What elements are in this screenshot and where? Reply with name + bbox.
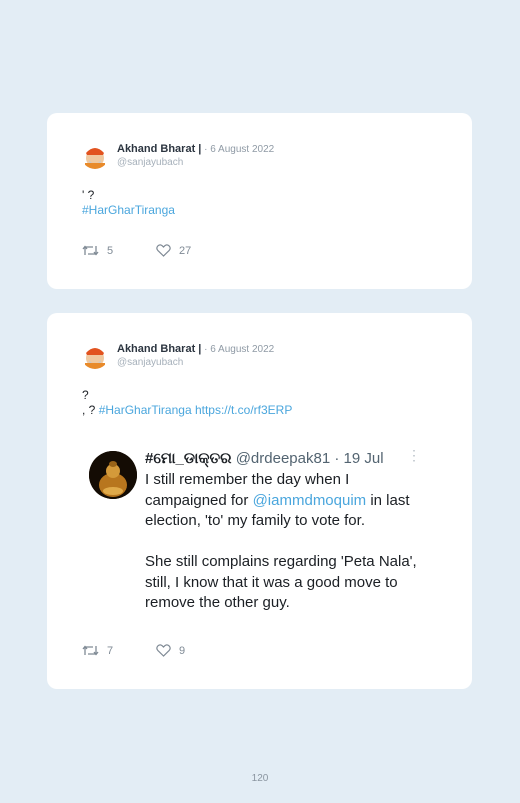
more-icon[interactable]: ⋮ [407,448,421,462]
author-name[interactable]: Akhand Bharat | [117,143,201,155]
author-handle[interactable]: @sanjayubach [117,156,274,169]
tweet-header: Akhand Bharat | · 6 August 2022 @sanjayu… [81,341,274,369]
quoted-avatar[interactable] [89,451,137,499]
tweet-card[interactable]: Akhand Bharat | · 6 August 2022 @sanjayu… [47,113,472,289]
like-button[interactable]: 27 [156,244,191,257]
retweet-button[interactable]: 5 [82,244,156,257]
retweet-icon [82,245,99,256]
url-link[interactable]: https://t.co/rf3ERP [192,403,292,417]
quoted-text: I still remember the day when I campaign… [145,470,429,614]
tweet-date: · 6 August 2022 [201,344,275,355]
author-handle[interactable]: @sanjayubach [117,356,274,369]
quoted-fade [89,611,429,623]
hashtag-link[interactable]: #HarGharTiranga [82,203,175,217]
like-count: 9 [179,644,186,657]
retweet-count: 5 [107,244,114,257]
like-count: 27 [179,244,192,257]
quoted-header: #ମୋ_ଡାକ୍ତର @drdeepak81 · 19 Jul [145,450,384,467]
avatar[interactable] [81,141,109,169]
tweet-actions: 7 9 [82,644,185,657]
retweet-icon [82,645,99,656]
heart-icon [156,244,171,257]
tweet-actions: 5 27 [82,244,191,257]
tweet-text: ? [82,388,89,402]
quoted-author-handle[interactable]: @drdeepak81 [232,450,330,467]
page-number: 120 [251,773,269,784]
tweet-body: ? , ? #HarGharTiranga https://t.co/rf3ER… [82,388,292,418]
author-name[interactable]: Akhand Bharat | [117,343,201,355]
tweet-text: , ? [82,403,99,417]
heart-icon [156,644,171,657]
retweet-count: 7 [107,644,114,657]
tweet-header: Akhand Bharat | · 6 August 2022 @sanjayu… [81,141,274,169]
tweet-date: · 6 August 2022 [201,144,275,155]
quoted-tweet[interactable]: #ମୋ_ଡାକ୍ତର @drdeepak81 · 19 Jul ⋮ I stil… [89,443,429,623]
tweet-card[interactable]: Akhand Bharat | · 6 August 2022 @sanjayu… [47,313,472,689]
retweet-button[interactable]: 7 [82,644,156,657]
quoted-author-name[interactable]: #ମୋ_ଡାକ୍ତର [145,450,232,467]
tweet-text: ' ? [82,188,95,202]
quoted-date: · 19 Jul [330,450,384,467]
hashtag-link[interactable]: #HarGharTiranga [99,403,192,417]
mention-link[interactable]: @iammdmoquim [253,492,367,509]
tweet-body: ' ? #HarGharTiranga [82,188,175,218]
like-button[interactable]: 9 [156,644,185,657]
quoted-text-part: She still complains regarding 'Peta Nala… [145,553,417,611]
avatar[interactable] [81,341,109,369]
